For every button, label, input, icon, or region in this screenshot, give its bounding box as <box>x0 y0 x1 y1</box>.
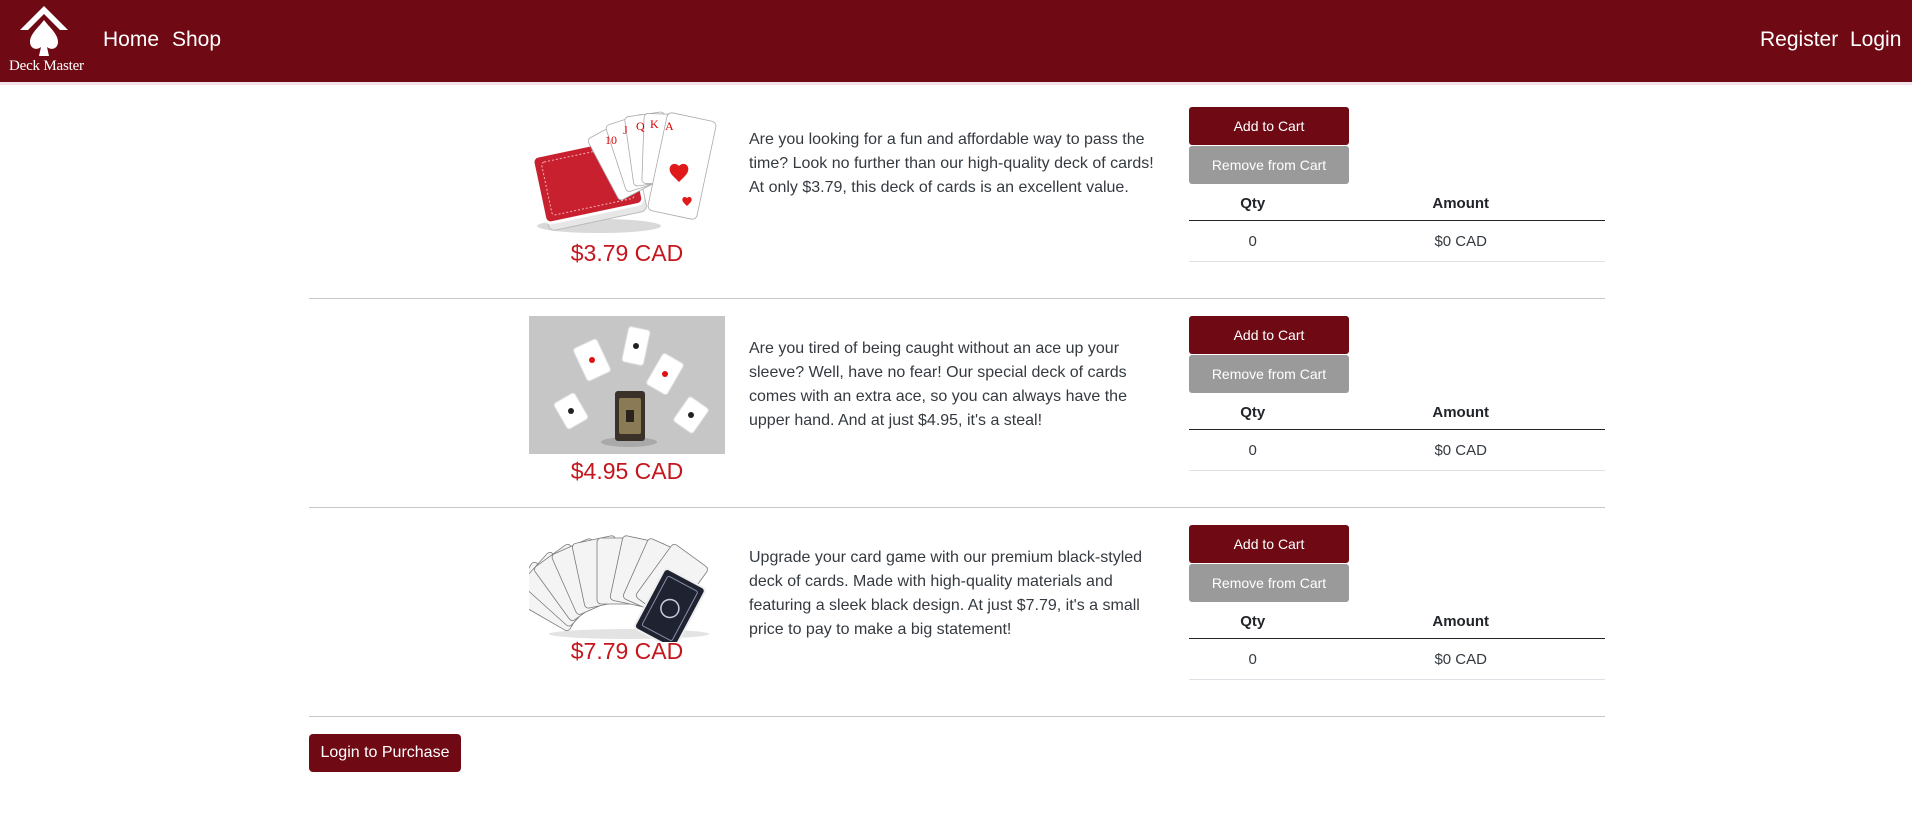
qty-header: Qty <box>1189 395 1317 430</box>
amount-value: $0 CAD <box>1316 220 1605 262</box>
spade-icon <box>20 6 68 56</box>
navbar: Deck Master Home Shop Register Login <box>0 0 1912 85</box>
svg-text:K: K <box>650 117 659 131</box>
svg-text:J: J <box>623 123 628 137</box>
qty-value: 0 <box>1189 220 1317 262</box>
product-row: 10 J Q K A $3.79 CAD Are you looking for… <box>309 92 1605 298</box>
floating-aces-deck-image <box>529 316 725 454</box>
product-description: Are you looking for a fun and affordable… <box>749 131 1154 196</box>
table-row: 0 $0 CAD <box>1189 220 1605 262</box>
product-price: $7.79 CAD <box>570 638 684 664</box>
qty-header: Qty <box>1189 604 1317 639</box>
add-to-cart-button[interactable]: Add to Cart <box>1189 107 1349 145</box>
svg-text:Q: Q <box>636 119 645 133</box>
remove-from-cart-button[interactable]: Remove from Cart <box>1189 564 1349 602</box>
svg-text:A: A <box>665 119 674 133</box>
fanned-black-deck-image <box>529 524 725 642</box>
nav-login-link[interactable]: Login <box>1850 28 1901 52</box>
table-row: 0 $0 CAD <box>1189 638 1605 680</box>
amount-value: $0 CAD <box>1316 429 1605 471</box>
remove-from-cart-button[interactable]: Remove from Cart <box>1189 146 1349 184</box>
row-divider <box>309 716 1605 717</box>
product-price: $4.95 CAD <box>570 458 684 484</box>
nav-home-link[interactable]: Home <box>103 28 159 52</box>
nav-shop-link[interactable]: Shop <box>172 28 221 52</box>
product-description: Upgrade your card game with our premium … <box>749 549 1143 638</box>
qty-value: 0 <box>1189 429 1317 471</box>
add-to-cart-button[interactable]: Add to Cart <box>1189 525 1349 563</box>
cart-table: Qty Amount 0 $0 CAD <box>1189 604 1605 680</box>
qty-value: 0 <box>1189 638 1317 680</box>
cart-table: Qty Amount 0 $0 CAD <box>1189 395 1605 471</box>
qty-header: Qty <box>1189 186 1317 221</box>
svg-text:10: 10 <box>605 133 617 147</box>
product-price: $3.79 CAD <box>570 240 684 266</box>
login-to-purchase-button[interactable]: Login to Purchase <box>309 734 461 772</box>
amount-header: Amount <box>1316 186 1605 221</box>
add-to-cart-button[interactable]: Add to Cart <box>1189 316 1349 354</box>
remove-from-cart-button[interactable]: Remove from Cart <box>1189 355 1349 393</box>
row-divider <box>309 298 1605 299</box>
cart-table: Qty Amount 0 $0 CAD <box>1189 186 1605 262</box>
deck-master-logo[interactable]: Deck Master <box>6 2 84 78</box>
product-row: $4.95 CAD Are you tired of being caught … <box>309 301 1605 507</box>
table-row: 0 $0 CAD <box>1189 429 1605 471</box>
product-row: $7.79 CAD Upgrade your card game with ou… <box>309 510 1605 716</box>
amount-header: Amount <box>1316 604 1605 639</box>
royal-flush-deck-image: 10 J Q K A <box>529 106 725 236</box>
amount-value: $0 CAD <box>1316 638 1605 680</box>
amount-header: Amount <box>1316 395 1605 430</box>
brand-name: Deck Master <box>9 58 84 74</box>
nav-register-link[interactable]: Register <box>1760 28 1838 52</box>
product-description: Are you tired of being caught without an… <box>749 340 1127 429</box>
row-divider <box>309 507 1605 508</box>
